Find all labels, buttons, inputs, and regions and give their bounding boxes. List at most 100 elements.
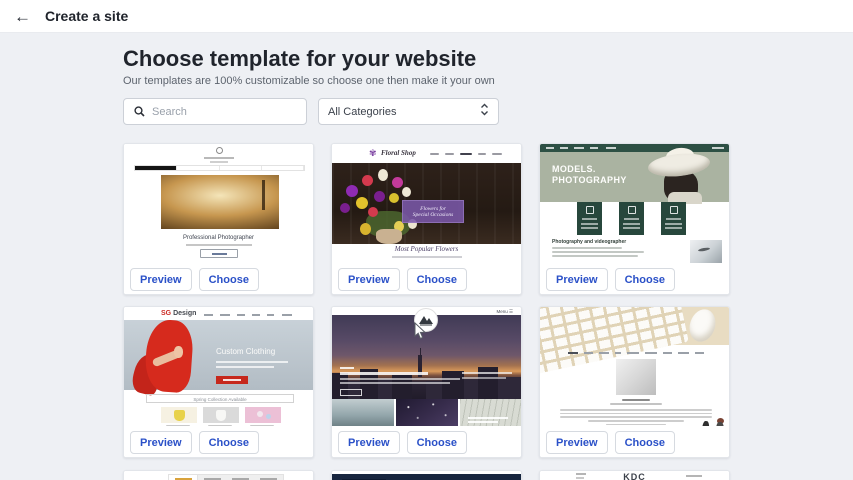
thumb-nav-item [282, 314, 292, 316]
thumb-decor [175, 478, 192, 480]
thumb-nav-item [678, 352, 689, 354]
preview-button[interactable]: Preview [338, 431, 400, 454]
thumb-hero: Custom Clothing [124, 320, 313, 390]
thumb-nav-item [237, 314, 245, 316]
thumb-decor [442, 371, 464, 399]
thumb-nav-item [135, 166, 177, 170]
back-arrow-icon[interactable]: ← [14, 8, 31, 25]
thumb-nav-item [460, 153, 472, 155]
preview-button[interactable]: Preview [130, 268, 192, 291]
section-heading: Choose template for your website [123, 46, 476, 72]
thumb-decor [647, 151, 711, 179]
thumb-decor [340, 378, 460, 380]
thumb-decor [174, 346, 183, 358]
tulip [340, 203, 350, 213]
tulip [360, 223, 371, 235]
tulip [368, 207, 378, 217]
thumb-tab [198, 475, 226, 480]
thumb-decor [212, 253, 227, 255]
preview-button[interactable]: Preview [338, 268, 400, 291]
thumb-decor [376, 229, 402, 244]
thumb-decor [623, 227, 640, 229]
camera-icon [586, 206, 594, 214]
template-card-city: Menu ☰ [331, 306, 522, 458]
thumb-nav-item [645, 352, 657, 354]
template-card-floral-shop: ✾ Floral Shop Flowers for Special Occa [331, 143, 522, 295]
search-input[interactable] [152, 106, 282, 118]
search-box[interactable] [123, 98, 307, 125]
thumb-decor [216, 410, 226, 421]
thumb-decor [340, 372, 428, 375]
category-select[interactable]: All Categories [318, 98, 499, 125]
thumb-feature-tile [661, 202, 686, 235]
thumb-decor [260, 478, 277, 480]
thumb-tabs [168, 474, 284, 480]
card-actions: Preview Choose [540, 426, 729, 458]
tulip [402, 187, 411, 197]
thumb-button [216, 376, 248, 384]
choose-button[interactable]: Choose [407, 431, 467, 454]
tulip [356, 197, 368, 209]
thumb-decor [665, 227, 682, 229]
template-card-tabbed [123, 470, 314, 480]
thumb-nav-item [599, 352, 609, 354]
thumb-nav-item [252, 314, 260, 316]
thumb-hero-photo [161, 175, 279, 229]
topbar: ← Create a site [0, 0, 853, 33]
thumb-decor [232, 478, 249, 480]
thumb-nav-item [568, 352, 578, 354]
template-card-kdc: KDC [539, 470, 730, 480]
preview-button[interactable]: Preview [546, 431, 608, 454]
tulip [374, 191, 385, 202]
image-icon [628, 206, 636, 214]
thumb-nav-item [546, 147, 554, 149]
thumb-nav-item [560, 147, 568, 149]
thumb-decor [581, 223, 598, 225]
thumb-decor [262, 180, 265, 210]
thumb-decor [216, 366, 274, 368]
template-thumbnail [124, 471, 313, 480]
choose-button[interactable]: Choose [407, 268, 467, 291]
thumb-decor [464, 379, 478, 399]
template-thumbnail: MODELS. PHOTOGRAPHY Photography and vide… [540, 144, 729, 263]
thumb-nav-item [663, 352, 672, 354]
template-thumbnail: KDC [540, 471, 729, 480]
thumb-brand: Floral Shop [381, 149, 416, 157]
thumb-photo-night-sky [396, 399, 458, 426]
thumb-brand: SG Design [161, 310, 196, 317]
card-actions: Preview Choose [332, 263, 521, 295]
thumb-decor [257, 411, 263, 417]
preview-button[interactable]: Preview [546, 268, 608, 291]
thumb-decor [468, 421, 498, 423]
thumb-decor [560, 413, 712, 415]
choose-button[interactable]: Choose [199, 431, 259, 454]
keyboard-decor [540, 307, 689, 375]
choose-button[interactable]: Choose [199, 268, 259, 291]
thumb-decor [552, 247, 622, 249]
thumb-nav-item [220, 166, 262, 170]
thumb-decor [204, 478, 221, 480]
thumb-hero: MODELS. PHOTOGRAPHY [540, 152, 729, 202]
thumb-nav-item [220, 314, 230, 316]
thumb-nav-item [606, 147, 616, 149]
thumb-nav-item [574, 147, 584, 149]
thumb-photo [616, 359, 656, 395]
preview-button[interactable]: Preview [130, 431, 192, 454]
template-thumbnail [540, 307, 729, 426]
tulip [346, 185, 358, 197]
thumb-decor [560, 416, 712, 418]
thumb-decor [266, 414, 271, 419]
thumb-decor [552, 255, 638, 257]
thumb-feature-tile [619, 202, 644, 235]
thumb-decor [665, 223, 682, 225]
thumb-hero-line1: MODELS. [552, 164, 627, 175]
thumb-decor [552, 251, 644, 253]
thumb-feature-tile [577, 202, 602, 235]
template-thumbnail: ✾ Floral Shop Flowers for Special Occa [332, 144, 521, 263]
thumb-section-title: Photography and videographer [552, 239, 626, 245]
template-thumbnail: Menu ☰ [332, 307, 521, 426]
thumb-nav-item [262, 166, 304, 170]
thumb-nav-item [478, 153, 486, 155]
choose-button[interactable]: Choose [615, 268, 675, 291]
choose-button[interactable]: Choose [615, 431, 675, 454]
